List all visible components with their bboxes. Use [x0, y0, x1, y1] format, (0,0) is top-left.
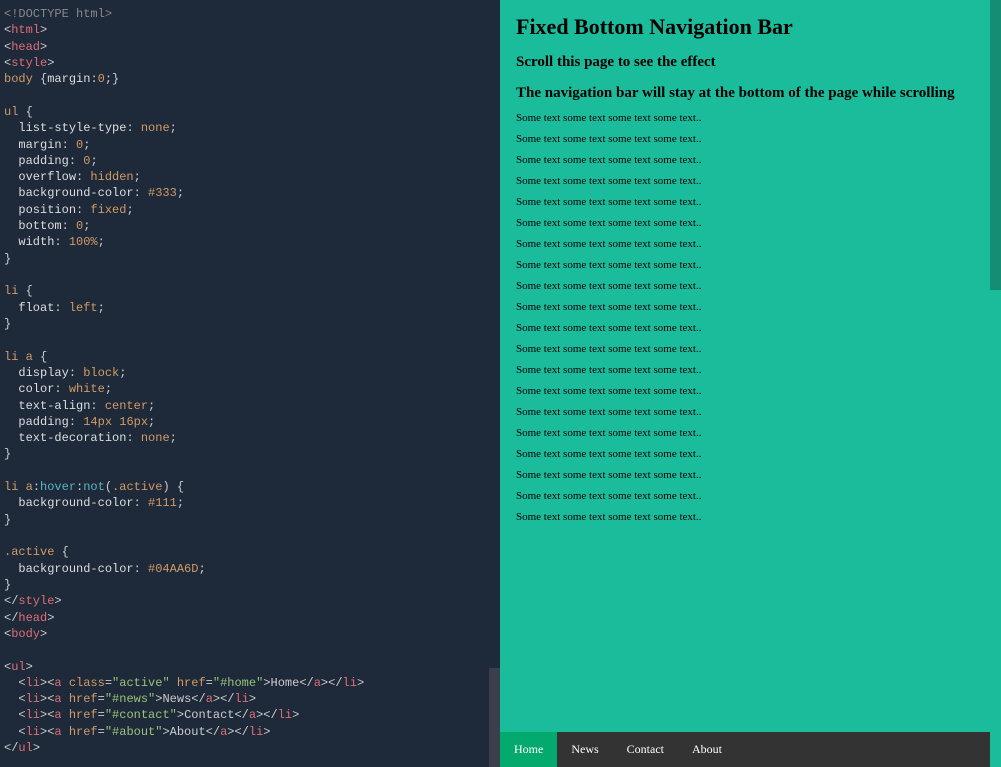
- preview-scrollbar[interactable]: [990, 0, 1001, 767]
- code-editor[interactable]: <!DOCTYPE html> <html> <head> <style> bo…: [0, 0, 489, 767]
- preview-p: Some text some text some text some text.…: [516, 217, 985, 229]
- code-editor-pane: <!DOCTYPE html> <html> <head> <style> bo…: [0, 0, 500, 767]
- preview-h2-a: Scroll this page to see the effect: [516, 54, 985, 71]
- tag-body: body: [11, 627, 40, 641]
- preview-scrollbar-thumb[interactable]: [990, 0, 1001, 290]
- preview-p: Some text some text some text some text.…: [516, 112, 985, 124]
- preview-p: Some text some text some text some text.…: [516, 280, 985, 292]
- preview-p: Some text some text some text some text.…: [516, 448, 985, 460]
- tag-html: html: [11, 23, 40, 37]
- preview-p: Some text some text some text some text.…: [516, 364, 985, 376]
- tag-style: style: [11, 56, 47, 70]
- app-root: <!DOCTYPE html> <html> <head> <style> bo…: [0, 0, 1001, 767]
- nav-home-link[interactable]: Home: [500, 732, 557, 767]
- preview-p: Some text some text some text some text.…: [516, 469, 985, 481]
- preview-p: Some text some text some text some text.…: [516, 238, 985, 250]
- sel-lia: li a: [4, 350, 33, 364]
- doctype-token: <!DOCTYPE html>: [4, 7, 112, 21]
- preview-p: Some text some text some text some text.…: [516, 322, 985, 334]
- preview-p: Some text some text some text some text.…: [516, 511, 985, 523]
- nav-news-link[interactable]: News: [557, 732, 612, 767]
- preview-p: Some text some text some text some text.…: [516, 196, 985, 208]
- nav-contact-link[interactable]: Contact: [613, 732, 678, 767]
- preview-p: Some text some text some text some text.…: [516, 427, 985, 439]
- preview-p: Some text some text some text some text.…: [516, 154, 985, 166]
- sel-body: body: [4, 72, 33, 86]
- preview-content[interactable]: Fixed Bottom Navigation Bar Scroll this …: [500, 0, 1001, 546]
- sel-ul: ul: [4, 105, 18, 119]
- preview-pane: Fixed Bottom Navigation Bar Scroll this …: [500, 0, 1001, 767]
- sel-active: .active: [4, 545, 54, 559]
- preview-p: Some text some text some text some text.…: [516, 406, 985, 418]
- preview-h2-b: The navigation bar will stay at the bott…: [516, 85, 985, 102]
- tag-head: head: [11, 40, 40, 54]
- preview-navbar: Home News Contact About: [500, 732, 990, 767]
- code-scrollbar-thumb[interactable]: [489, 668, 500, 767]
- preview-h1: Fixed Bottom Navigation Bar: [516, 14, 985, 40]
- preview-p: Some text some text some text some text.…: [516, 343, 985, 355]
- sel-li: li: [4, 284, 18, 298]
- code-scrollbar[interactable]: [489, 0, 500, 767]
- preview-p: Some text some text some text some text.…: [516, 175, 985, 187]
- nav-about-link[interactable]: About: [678, 732, 736, 767]
- preview-p: Some text some text some text some text.…: [516, 490, 985, 502]
- preview-p: Some text some text some text some text.…: [516, 133, 985, 145]
- tag-ul: ul: [11, 660, 25, 674]
- preview-p: Some text some text some text some text.…: [516, 385, 985, 397]
- preview-p: Some text some text some text some text.…: [516, 259, 985, 271]
- preview-p: Some text some text some text some text.…: [516, 301, 985, 313]
